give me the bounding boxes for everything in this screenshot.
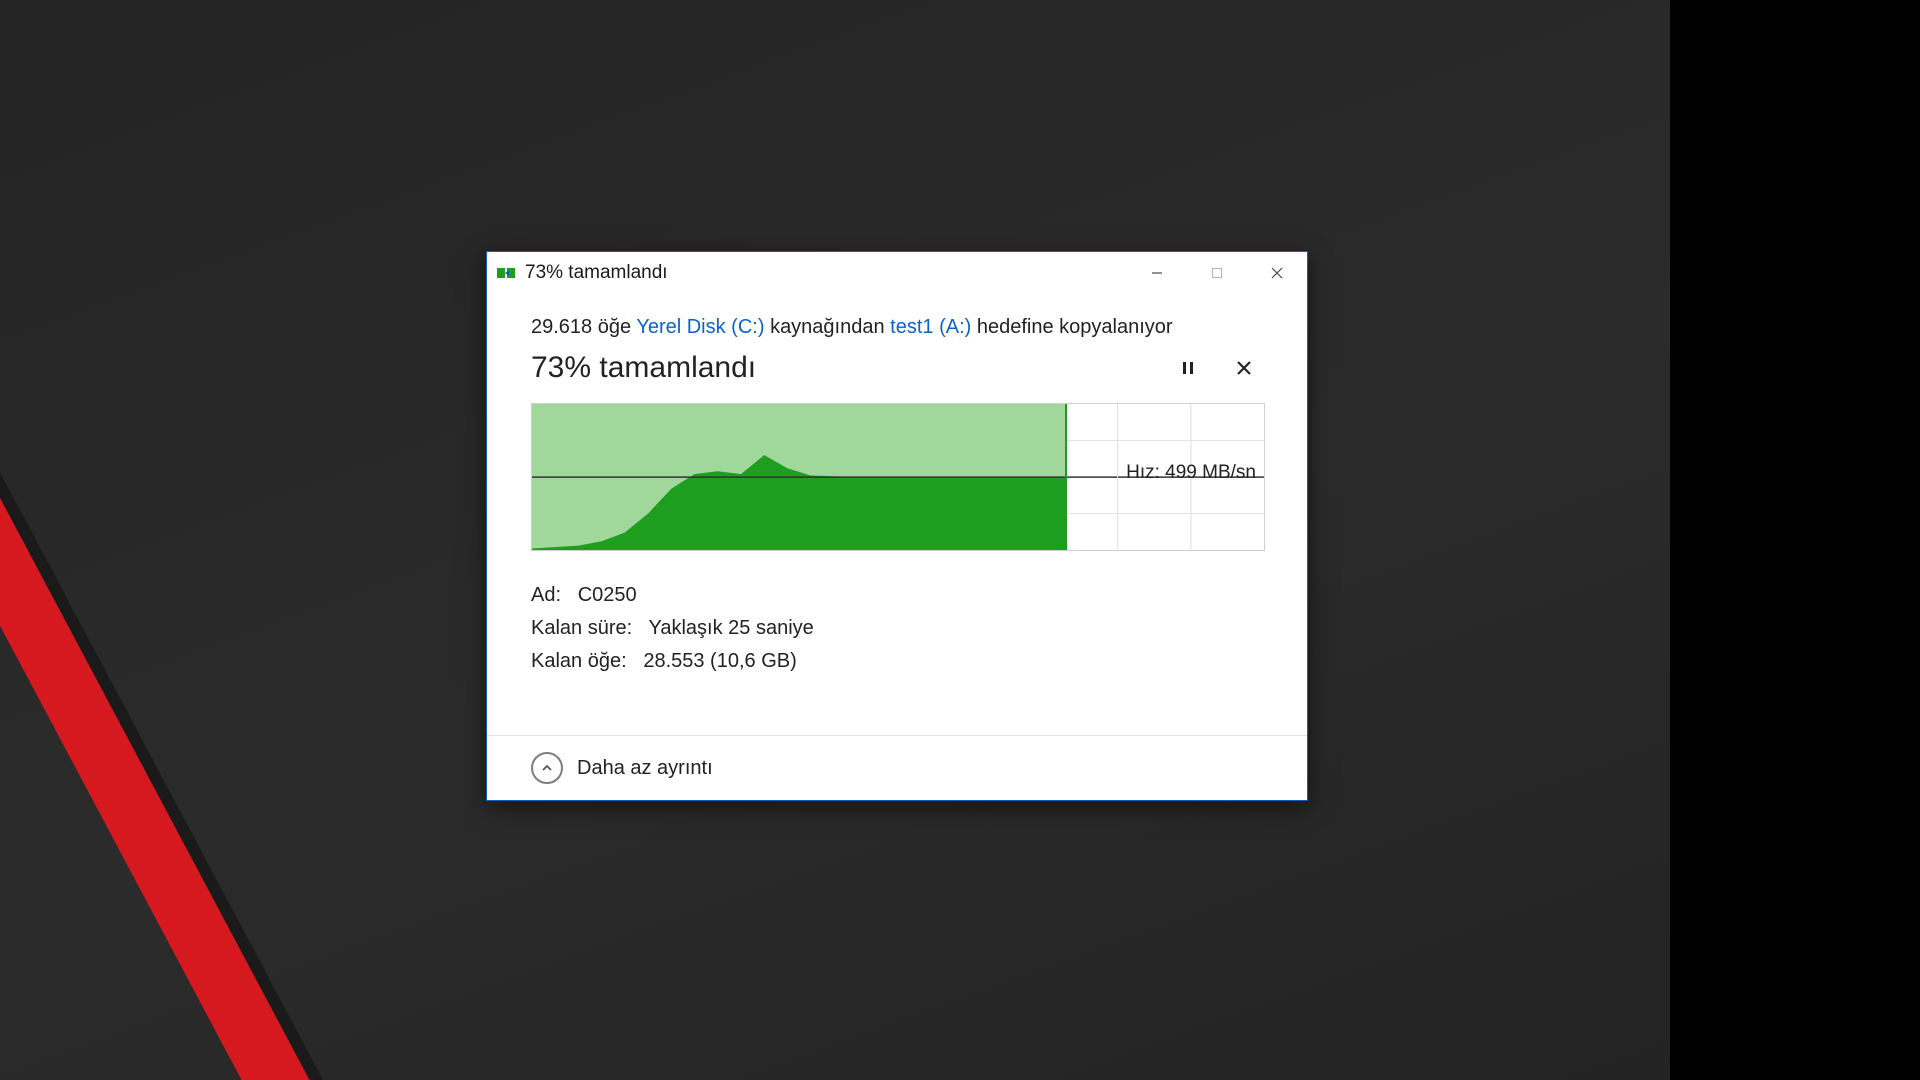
progress-percent-text: 73% tamamlandı xyxy=(531,351,1151,385)
from-text: kaynağından xyxy=(770,316,885,338)
pause-button[interactable] xyxy=(1169,349,1207,387)
cancel-button[interactable] xyxy=(1225,349,1263,387)
destination-link[interactable]: test1 (A:) xyxy=(890,316,971,338)
speed-chart: Hız: 499 MB/sn xyxy=(531,403,1265,551)
window-controls xyxy=(1127,252,1307,294)
detail-remaining-items-label: Kalan öğe: xyxy=(531,650,627,672)
detail-name-value: C0250 xyxy=(578,584,637,606)
item-count-text: 29.618 öğe xyxy=(531,316,631,338)
detail-remaining-time-value: Yaklaşık 25 saniye xyxy=(649,617,814,639)
source-link[interactable]: Yerel Disk (C:) xyxy=(636,316,764,338)
detail-name-label: Ad: xyxy=(531,584,561,606)
window-title: 73% tamamlandı xyxy=(525,262,668,284)
to-text: hedefine kopyalanıyor xyxy=(977,316,1173,338)
copy-transfer-icon xyxy=(497,264,519,282)
detail-remaining-time-label: Kalan süre: xyxy=(531,617,632,639)
chevron-up-icon[interactable] xyxy=(531,752,563,784)
fewer-details-toggle[interactable]: Daha az ayrıntı xyxy=(577,757,713,780)
detail-remaining-items-value: 28.553 (10,6 GB) xyxy=(643,650,796,672)
maximize-button[interactable] xyxy=(1187,252,1247,294)
file-copy-dialog: 73% tamamlandı 29.618 öğe Yerel Disk (C:… xyxy=(486,251,1308,801)
copy-description-line: 29.618 öğe Yerel Disk (C:) kaynağından t… xyxy=(531,316,1263,339)
details-block: Ad: C0250 Kalan süre: Yaklaşık 25 saniye… xyxy=(531,579,1263,678)
close-button[interactable] xyxy=(1247,252,1307,294)
titlebar[interactable]: 73% tamamlandı xyxy=(487,252,1307,294)
speed-label: Hız: 499 MB/sn xyxy=(1126,462,1256,484)
minimize-button[interactable] xyxy=(1127,252,1187,294)
wallpaper-side-black xyxy=(1670,0,1920,1080)
